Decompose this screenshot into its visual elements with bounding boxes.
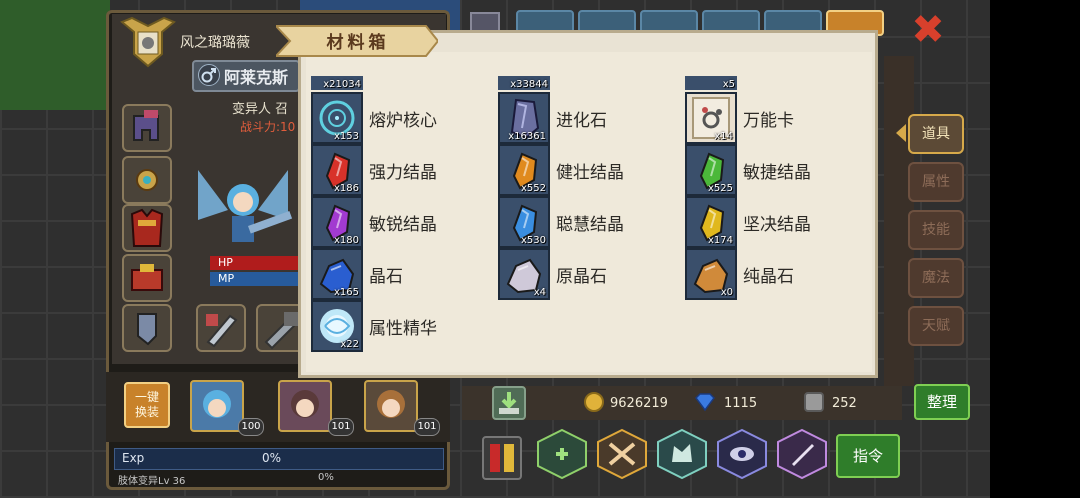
- combat-power-label: 战斗力:10: [240, 120, 296, 134]
- diamond-icon: [695, 393, 715, 412]
- item-slot-furnace-core[interactable]: x153: [311, 92, 363, 144]
- battery-icon[interactable]: [482, 436, 522, 480]
- mutation-level-label: 肢体变异Lv 36: [118, 476, 186, 487]
- item-name: 健壮结晶: [556, 163, 624, 183]
- item-name: 进化石: [556, 111, 607, 131]
- item-name: 属性精华: [369, 319, 437, 339]
- tab-magic[interactable]: 魔法: [908, 258, 964, 298]
- item-slot-evolution-stone[interactable]: x16361: [498, 92, 550, 144]
- party-hero-3[interactable]: [364, 380, 418, 432]
- item-quantity: x153: [333, 131, 359, 142]
- auto-equip-label-1: 一键: [134, 390, 159, 404]
- item-name: 强力结晶: [369, 163, 437, 183]
- guild-badge-icon: [120, 16, 176, 68]
- item-name: 熔炉核心: [369, 111, 437, 131]
- party-hero-2-level: 101: [328, 418, 354, 436]
- item-quantity: x0: [720, 287, 733, 298]
- item-name: 晶石: [369, 267, 403, 287]
- item-name: 敏捷结晶: [743, 163, 811, 183]
- item-slot-acuity-crystal[interactable]: x180: [311, 196, 363, 248]
- hp-label: HP: [218, 256, 233, 269]
- skill-heal-icon[interactable]: [534, 428, 590, 480]
- equip-slot-helmet[interactable]: [122, 104, 172, 152]
- gold-coin-icon: [584, 392, 604, 412]
- race-label: 变异人 召: [232, 102, 289, 117]
- tab-skills[interactable]: 技能: [908, 210, 964, 250]
- equip-slot-amulet[interactable]: [122, 156, 172, 204]
- import-icon[interactable]: [492, 386, 526, 420]
- item-name: 万能卡: [743, 111, 794, 131]
- item-slot-agility-crystal[interactable]: x525: [685, 144, 737, 196]
- item-slot-universal-card[interactable]: x14: [685, 92, 737, 144]
- player-name: 风之璐璐薇: [180, 35, 250, 51]
- skill-eye-icon[interactable]: [714, 428, 770, 480]
- close-button[interactable]: ✖: [906, 10, 950, 54]
- tab-talent[interactable]: 天赋: [908, 306, 964, 346]
- item-name: 聪慧结晶: [556, 215, 624, 235]
- item-name: 纯晶石: [743, 267, 794, 287]
- item-quantity: x16361: [508, 131, 546, 142]
- item-quantity: x14: [714, 131, 733, 142]
- command-button[interactable]: 指令: [836, 434, 900, 478]
- partial-item-2-qty: x33844: [510, 79, 548, 90]
- party-hero-2[interactable]: [278, 380, 332, 432]
- item-slot-wisdom-crystal[interactable]: x530: [498, 196, 550, 248]
- item-quantity: x186: [333, 183, 359, 194]
- equip-slot-weapon-1[interactable]: [196, 304, 246, 352]
- auto-equip-button[interactable]: 一键 换装: [124, 382, 170, 428]
- screen-edge: [990, 0, 1080, 498]
- sort-button[interactable]: 整理: [914, 384, 970, 420]
- partial-item-3[interactable]: x5: [685, 76, 737, 90]
- item-quantity: x180: [333, 235, 359, 246]
- exp-percent: 0%: [262, 451, 282, 465]
- partial-item-2[interactable]: x33844: [498, 76, 550, 90]
- tab-attributes[interactable]: 属性: [908, 162, 964, 202]
- gender-male-icon: [198, 64, 220, 86]
- item-slot-resolve-crystal[interactable]: x174: [685, 196, 737, 248]
- item-slot-pure-crystal[interactable]: x0: [685, 248, 737, 300]
- item-name: 坚决结晶: [743, 215, 811, 235]
- equip-slot-belt[interactable]: [122, 254, 172, 302]
- item-slot-strength-crystal[interactable]: x186: [311, 144, 363, 196]
- party-hero-1[interactable]: [190, 380, 244, 432]
- item-slot-vitality-crystal[interactable]: x552: [498, 144, 550, 196]
- partial-item-1-qty: x21034: [323, 79, 361, 90]
- background-grass: [0, 0, 110, 110]
- item-slot-raw-crystal[interactable]: x4: [498, 248, 550, 300]
- item-quantity: x552: [520, 183, 546, 194]
- skill-crossed-swords-icon[interactable]: [594, 428, 650, 480]
- partial-item-3-qty: x5: [722, 79, 735, 90]
- item-quantity: x4: [533, 287, 546, 298]
- mp-label: MP: [218, 272, 235, 285]
- auto-equip-label-2: 换装: [134, 405, 159, 419]
- item-slot-attribute-essence[interactable]: x22: [311, 300, 363, 352]
- item-quantity: x530: [520, 235, 546, 246]
- popup-title: 材料箱: [326, 33, 390, 53]
- token-amount: 252: [832, 396, 857, 411]
- item-slot-crystal-stone[interactable]: x165: [311, 248, 363, 300]
- item-quantity: x174: [707, 235, 733, 246]
- item-name: 原晶石: [556, 267, 607, 287]
- active-tab-arrow-icon: [896, 124, 906, 142]
- partial-item-1[interactable]: x21034: [311, 76, 363, 90]
- skill-blade-icon[interactable]: [774, 428, 830, 480]
- item-quantity: x525: [707, 183, 733, 194]
- item-quantity: x165: [333, 287, 359, 298]
- party-hero-1-level: 100: [238, 418, 264, 436]
- exp-label: Exp: [122, 451, 145, 465]
- gold-amount: 9626219: [610, 396, 668, 411]
- party-hero-3-level: 101: [414, 418, 440, 436]
- hero-sprite: [198, 170, 293, 242]
- diamond-amount: 1115: [724, 396, 758, 411]
- class-name: 阿莱克斯: [224, 68, 289, 87]
- item-quantity: x22: [340, 339, 359, 350]
- equip-slot-armor[interactable]: [122, 204, 172, 252]
- skill-beast-icon[interactable]: [654, 428, 710, 480]
- tab-items[interactable]: 道具: [908, 114, 964, 154]
- token-icon: [804, 392, 824, 412]
- equip-slot-boots[interactable]: [122, 304, 172, 352]
- item-name: 敏锐结晶: [369, 215, 437, 235]
- mutation-level-percent: 0%: [318, 472, 334, 483]
